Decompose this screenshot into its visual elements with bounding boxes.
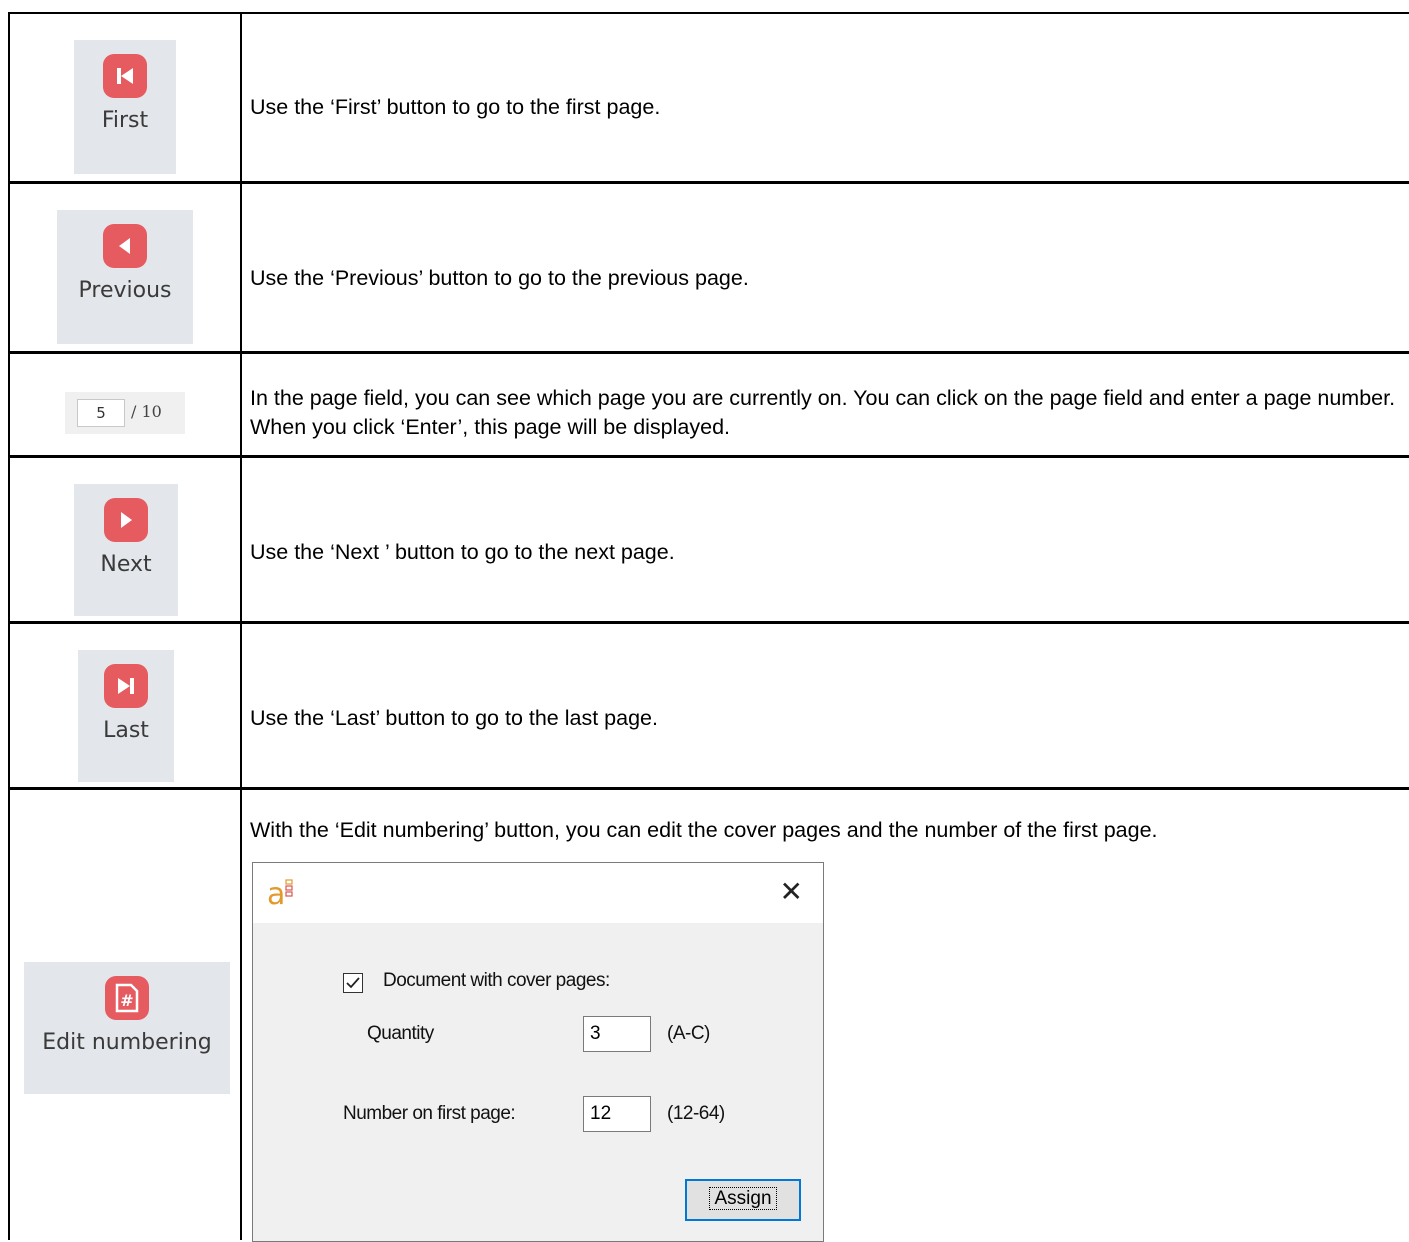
assign-label: Assign [709, 1187, 777, 1210]
row-divider [10, 787, 1409, 790]
first-description: Use the ‘First’ button to go to the firs… [250, 95, 661, 119]
first-button-label: First [101, 108, 149, 133]
row-divider [10, 621, 1409, 624]
edit-numbering-button[interactable]: # Edit numbering [24, 962, 230, 1094]
page-number-input[interactable]: 5 [77, 399, 125, 427]
first-button[interactable]: First [74, 40, 176, 174]
last-button-label: Last [103, 718, 149, 743]
previous-button[interactable]: Previous [57, 210, 193, 344]
edit-numbering-icon: # [105, 976, 149, 1020]
edit-numbering-description: With the ‘Edit numbering’ button, you ca… [250, 818, 1158, 842]
assign-button[interactable]: Assign [685, 1179, 801, 1221]
dialog-titlebar: a ✕ [253, 863, 823, 923]
page-field: 5 / 10 [65, 392, 185, 434]
first-page-range: (12-64) [667, 1103, 725, 1124]
page-total: / 10 [131, 402, 162, 421]
svg-text:#: # [120, 991, 133, 1010]
cover-pages-label: Document with cover pages: [383, 970, 610, 991]
edit-numbering-button-label: Edit numbering [42, 1030, 212, 1055]
app-logo-icon: a [267, 877, 295, 912]
next-button[interactable]: Next [74, 484, 178, 616]
close-icon[interactable]: ✕ [780, 875, 803, 908]
column-divider [240, 14, 242, 1240]
skip-last-icon [104, 664, 148, 708]
row-divider [10, 351, 1409, 354]
row-divider [10, 181, 1409, 184]
page-field-description: In the page field, you can see which pag… [250, 386, 1396, 439]
quantity-label: Quantity [367, 1023, 434, 1044]
first-page-label: Number on first page: [343, 1103, 516, 1124]
last-description: Use the ‘Last’ button to go to the last … [250, 706, 658, 730]
quantity-input[interactable]: 3 [583, 1016, 651, 1052]
next-description: Use the ‘Next ’ button to go to the next… [250, 540, 675, 564]
next-button-label: Next [100, 552, 152, 577]
last-button[interactable]: Last [78, 650, 174, 782]
previous-button-label: Previous [78, 278, 172, 303]
row-divider [10, 455, 1409, 458]
edit-numbering-dialog: a ✕ Document with cover pages: Quantity … [252, 862, 824, 1242]
previous-description: Use the ‘Previous’ button to go to the p… [250, 266, 749, 290]
next-icon [104, 498, 148, 542]
previous-icon [103, 224, 147, 268]
quantity-range: (A-C) [667, 1023, 710, 1044]
skip-first-icon [103, 54, 147, 98]
first-page-input[interactable]: 12 [583, 1096, 651, 1132]
cover-pages-checkbox[interactable] [343, 973, 363, 993]
